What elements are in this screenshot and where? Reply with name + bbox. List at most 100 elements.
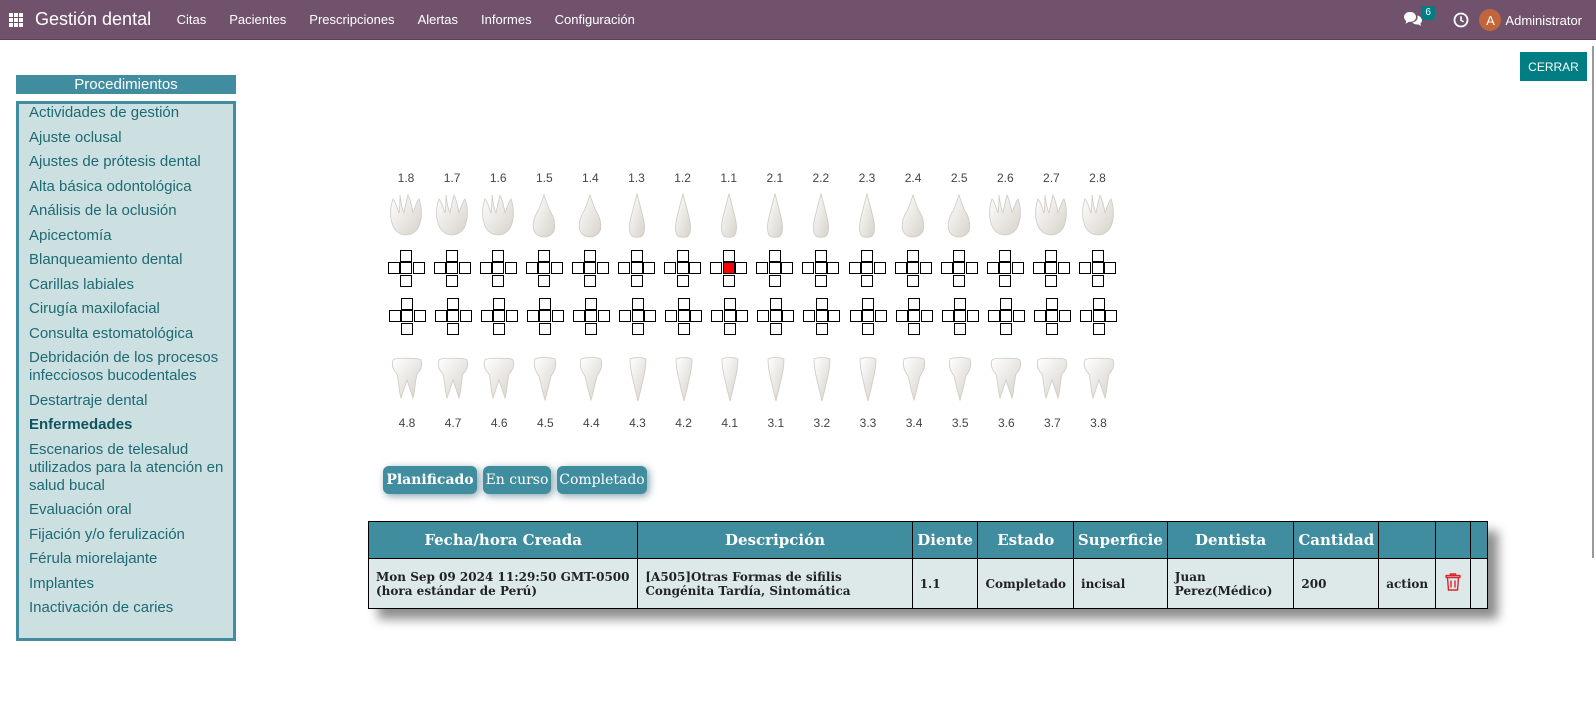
tooth-image[interactable] xyxy=(942,356,978,402)
tooth-surface-selector[interactable] xyxy=(525,249,563,287)
surface-cell-top[interactable] xyxy=(815,297,828,310)
surface-cell-center[interactable] xyxy=(446,262,459,274)
surface-cell-left[interactable] xyxy=(480,310,493,322)
surface-cell-right[interactable] xyxy=(459,310,472,322)
surface-cell-top[interactable] xyxy=(676,249,689,262)
surface-cell-top[interactable] xyxy=(630,249,643,262)
tooth-image[interactable] xyxy=(481,356,517,402)
surface-cell-top[interactable] xyxy=(768,249,781,262)
surface-cell-center[interactable] xyxy=(676,262,689,274)
procedure-item[interactable]: Implantes xyxy=(29,575,225,593)
tooth-image[interactable] xyxy=(1034,356,1070,402)
surface-cell-right[interactable] xyxy=(782,310,795,322)
procedure-item[interactable]: Análisis de la oclusión xyxy=(29,202,225,220)
surface-cell-left[interactable] xyxy=(895,310,908,322)
surface-cell-bottom[interactable] xyxy=(769,322,782,335)
surface-cell-top[interactable] xyxy=(908,297,921,310)
surface-cell-left[interactable] xyxy=(1033,310,1046,322)
surface-cell-center[interactable] xyxy=(1046,310,1059,322)
tooth-image[interactable] xyxy=(665,192,701,239)
surface-cell-left[interactable] xyxy=(665,310,678,322)
surface-cell-center[interactable] xyxy=(630,262,643,274)
tooth-surface-selector[interactable] xyxy=(711,297,749,335)
tooth-image[interactable] xyxy=(804,356,840,402)
surface-cell-bottom[interactable] xyxy=(446,274,459,287)
procedure-item[interactable]: Actividades de gestión xyxy=(29,104,225,122)
surface-cell-left[interactable] xyxy=(940,262,953,274)
procedure-item[interactable]: Fijación y/o ferulización xyxy=(29,526,225,544)
apps-menu-icon[interactable] xyxy=(0,0,32,40)
surface-cell-center[interactable] xyxy=(954,310,967,322)
surface-cell-left[interactable] xyxy=(664,262,677,274)
surface-cell-center[interactable] xyxy=(677,310,690,322)
surface-cell-center[interactable] xyxy=(723,310,736,322)
surface-cell-center[interactable] xyxy=(493,310,506,322)
surface-cell-bottom[interactable] xyxy=(953,274,966,287)
surface-cell-bottom[interactable] xyxy=(907,274,920,287)
tooth-surface-selector[interactable] xyxy=(1032,249,1070,287)
tooth-surface-selector[interactable] xyxy=(803,297,841,335)
surface-cell-bottom[interactable] xyxy=(401,322,413,335)
surface-cell-left[interactable] xyxy=(757,310,770,322)
surface-cell-center[interactable] xyxy=(401,310,413,322)
tooth-image[interactable] xyxy=(849,192,885,239)
surface-cell-right[interactable] xyxy=(458,262,471,274)
tooth-surface-selector[interactable] xyxy=(940,249,978,287)
tooth-surface-selector[interactable] xyxy=(619,297,656,335)
surface-cell-top[interactable] xyxy=(722,249,735,262)
surface-cell-bottom[interactable] xyxy=(630,274,643,287)
surface-cell-bottom[interactable] xyxy=(539,322,552,335)
surface-cell-left[interactable] xyxy=(433,262,446,274)
surface-cell-top[interactable] xyxy=(1045,249,1058,262)
surface-cell-left[interactable] xyxy=(803,310,816,322)
surface-cell-bottom[interactable] xyxy=(908,322,921,335)
tooth-surface-selector[interactable] xyxy=(894,249,932,287)
surface-cell-right[interactable] xyxy=(1104,262,1116,274)
surface-cell-bottom[interactable] xyxy=(722,274,735,287)
surface-cell-left[interactable] xyxy=(711,310,724,322)
tooth-surface-selector[interactable] xyxy=(802,249,840,287)
tooth-image[interactable] xyxy=(1080,193,1116,239)
surface-cell-right[interactable] xyxy=(1058,310,1071,322)
surface-cell-right[interactable] xyxy=(736,310,749,322)
tooth-surface-selector[interactable] xyxy=(479,249,517,287)
surface-cell-bottom[interactable] xyxy=(585,322,598,335)
surface-cell-center[interactable] xyxy=(538,262,551,274)
procedure-item[interactable]: Destartraje dental xyxy=(29,392,225,410)
procedure-item[interactable]: Consulta estomatológica xyxy=(29,325,225,343)
tooth-surface-selector[interactable] xyxy=(434,297,472,335)
tooth-image[interactable] xyxy=(711,192,747,239)
tooth-image[interactable] xyxy=(758,356,794,402)
surface-cell-center[interactable] xyxy=(908,310,921,322)
surface-cell-top[interactable] xyxy=(493,297,506,310)
surface-cell-right[interactable] xyxy=(504,262,517,274)
procedure-item[interactable]: Ajuste oclusal xyxy=(29,129,225,147)
surface-cell-left[interactable] xyxy=(802,262,815,274)
vertical-scrollbar[interactable] xyxy=(1592,46,1594,558)
tooth-surface-selector[interactable] xyxy=(433,249,471,287)
tooth-image[interactable] xyxy=(480,193,516,239)
tooth-surface-selector[interactable] xyxy=(757,297,795,335)
tooth-surface-selector[interactable] xyxy=(480,297,518,335)
surface-cell-center[interactable] xyxy=(953,262,966,274)
tooth-surface-selector[interactable] xyxy=(572,297,610,335)
surface-cell-center[interactable] xyxy=(815,310,828,322)
surface-cell-left[interactable] xyxy=(756,262,769,274)
procedure-item[interactable]: Carillas labiales xyxy=(29,276,225,294)
surface-cell-bottom[interactable] xyxy=(815,322,828,335)
surface-cell-bottom[interactable] xyxy=(862,322,874,335)
surface-cell-right[interactable] xyxy=(735,262,748,274)
surface-cell-bottom[interactable] xyxy=(768,274,781,287)
surface-cell-left[interactable] xyxy=(1032,262,1045,274)
surface-cell-right[interactable] xyxy=(965,262,978,274)
surface-cell-bottom[interactable] xyxy=(1045,274,1058,287)
surface-cell-center[interactable] xyxy=(1092,310,1105,322)
surface-cell-right[interactable] xyxy=(689,262,702,274)
surface-cell-right[interactable] xyxy=(644,310,656,322)
surface-cell-bottom[interactable] xyxy=(814,274,827,287)
tooth-image[interactable] xyxy=(803,192,839,239)
surface-cell-right[interactable] xyxy=(827,262,840,274)
tooth-image[interactable] xyxy=(573,356,609,402)
surface-cell-top[interactable] xyxy=(585,297,598,310)
surface-cell-bottom[interactable] xyxy=(584,274,597,287)
